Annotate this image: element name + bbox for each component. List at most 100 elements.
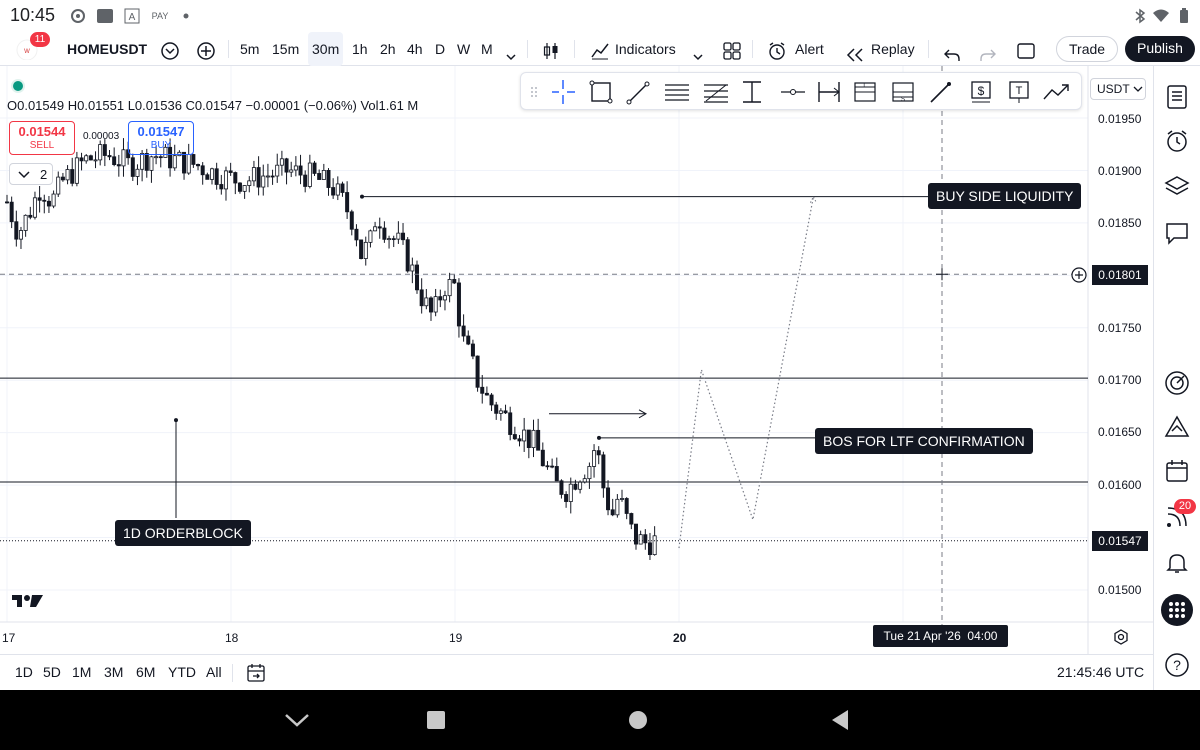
chart-area[interactable] [0,66,1153,690]
chart-settings-icon[interactable] [1112,628,1130,646]
trendline-tool-icon[interactable] [626,81,650,105]
timeframe-2h[interactable]: 2h [380,32,396,66]
top-toolbar: W 11 HOMEUSDT 5m 15m 30m 1h 2h 4h D W M … [0,32,1200,66]
candle-body [331,187,336,196]
add-price-level-icon[interactable] [1070,266,1088,284]
price-chart[interactable] [0,66,1153,690]
hotlists-icon[interactable] [1164,414,1190,440]
rectangle-tool-icon[interactable] [589,80,613,104]
y-tick: 0.01650 [1098,425,1142,439]
range-all[interactable]: All [206,655,222,689]
nav-collapse-icon[interactable] [284,712,310,728]
layouts-icon[interactable] [722,39,742,60]
range-ytd[interactable]: YTD [168,655,196,689]
candle-body [391,238,396,241]
date-range-icon[interactable] [818,82,840,102]
candle-body [321,169,326,180]
indicators-icon[interactable] [590,39,610,60]
divider [527,40,528,58]
utc-clock[interactable]: 21:45:46 UTC [1057,655,1144,689]
symbol-search[interactable]: HOMEUSDT [67,32,147,66]
alerts-clock-icon[interactable] [1164,128,1190,154]
indicators-button[interactable]: Indicators [615,32,676,66]
candle-body [270,175,275,178]
buy-side-liquidity-label[interactable]: BUY SIDE LIQUIDITY [928,183,1082,209]
goto-date-icon[interactable] [246,662,266,684]
candle-body [387,238,392,241]
range-1d[interactable]: 1D [15,655,33,689]
symbol-menu-icon[interactable] [160,39,180,60]
replay-button[interactable]: Replay [871,32,915,66]
candle-body [335,183,340,196]
trade-button[interactable]: Trade [1056,36,1119,62]
range-1m[interactable]: 1M [72,655,91,689]
status-time: 10:45 [10,5,56,25]
bos-label[interactable]: BOS FOR LTF CONFIRMATION [815,428,1033,454]
battery-icon [1176,8,1192,24]
layers-icon[interactable] [1164,174,1190,200]
range-5d[interactable]: 5D [43,655,61,689]
alert-clock-icon[interactable] [767,39,787,60]
fib-tool-icon[interactable] [704,84,728,103]
currency-label: USDT [1097,82,1130,96]
long-position-icon[interactable]: L [854,82,876,102]
timeframe-m[interactable]: M [481,32,493,66]
candle-body [46,200,51,207]
timeframe-5m[interactable]: 5m [240,32,259,66]
candle-body [102,144,107,156]
parallel-channel-icon[interactable] [665,84,689,101]
range-6m[interactable]: 6M [136,655,155,689]
alert-button[interactable]: Alert [795,32,824,66]
candle-body [410,264,415,272]
candle-body [536,429,541,451]
publish-button[interactable]: Publish [1125,36,1195,62]
candle-body [149,156,154,171]
brush-tool-icon[interactable] [930,82,951,103]
candles-icon[interactable] [541,39,561,59]
nav-back-icon[interactable] [830,709,850,731]
compare-add-icon[interactable] [196,39,216,60]
ideas-target-icon[interactable] [1164,370,1190,396]
replay-icon[interactable] [846,41,864,62]
price-range-icon[interactable] [743,81,761,103]
orderblock-label[interactable]: 1D ORDERBLOCK [115,520,251,546]
undo-icon[interactable] [943,41,961,61]
buy-button[interactable]: 0.01547 BUY [128,121,194,155]
range-3m[interactable]: 3M [104,655,123,689]
sell-button[interactable]: 0.01544 SELL [9,121,75,155]
nav-home-icon[interactable] [628,710,648,730]
timeframe-d[interactable]: D [435,32,445,66]
indicators-dropdown-icon[interactable] [692,42,704,61]
help-icon[interactable]: ? [1164,652,1190,678]
path-tool-icon[interactable] [1043,84,1069,100]
horizontal-ray-icon[interactable] [781,89,805,95]
candle-body [601,454,606,489]
apps-grid-icon[interactable] [1160,593,1194,627]
notifications-bell-icon[interactable] [1164,550,1190,576]
candle-body [251,167,256,182]
crosshair-tool-icon[interactable] [552,80,575,104]
drawing-toolbar: L S $ T [520,72,1082,110]
price-label-icon[interactable]: $ [971,81,991,103]
timeframe-1h[interactable]: 1h [352,32,368,66]
timeframe-4h[interactable]: 4h [407,32,423,66]
candle-body [256,167,261,188]
watchlist-icon[interactable] [1164,84,1190,110]
currency-selector[interactable]: USDT [1090,78,1146,100]
nav-recents-icon[interactable] [426,710,446,730]
drag-handle-icon[interactable] [531,87,537,97]
timeframe-30m[interactable]: 30m [308,32,344,66]
chat-icon[interactable] [1164,220,1190,246]
collapse-indicators-button[interactable]: 2 [9,163,53,185]
timeframe-dropdown-icon[interactable] [505,42,517,61]
fullscreen-icon[interactable] [1016,39,1036,59]
redo-icon[interactable] [979,41,997,61]
y-tick: 0.01700 [1098,373,1142,387]
timeframe-15m[interactable]: 15m [272,32,299,66]
sell-price: 0.01544 [18,124,66,139]
text-tool-icon[interactable]: T [1009,81,1029,103]
candle-body [647,542,652,556]
calendar-icon[interactable] [1164,458,1190,484]
timeframe-w[interactable]: W [457,32,470,66]
short-position-icon[interactable]: S [892,82,914,103]
